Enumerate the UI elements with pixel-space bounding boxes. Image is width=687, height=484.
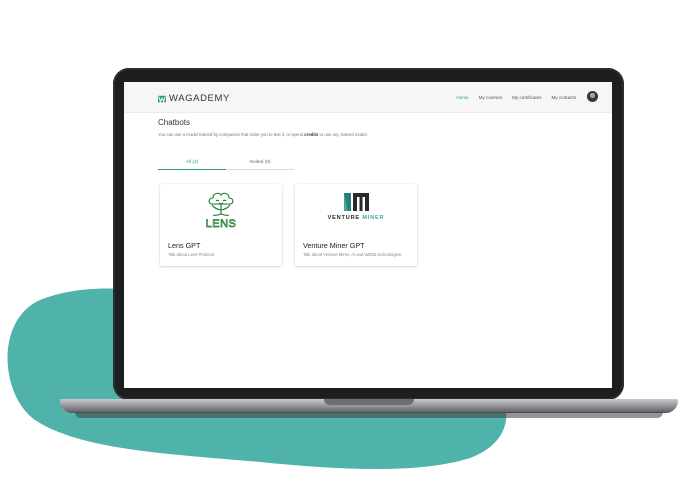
card-description: Talk about Lens Protocol.: [168, 252, 216, 257]
subtitle-text-pre: You can use a model trained by companies…: [158, 132, 305, 137]
filter-tabs: All (2) Invited (0): [158, 160, 294, 170]
nav-link-my-contacts[interactable]: My contacts: [551, 95, 576, 100]
nav-links: Home My courses My certificates My conta…: [456, 95, 576, 100]
tab-invited[interactable]: Invited (0): [226, 160, 294, 165]
venture-word: VENTURE: [327, 215, 360, 221]
tab-active-indicator: [158, 168, 226, 170]
nav-link-my-certificates[interactable]: My certificates: [512, 95, 541, 100]
miner-word: MINER: [362, 215, 385, 221]
lens-logo-text: LENS: [206, 218, 237, 230]
brand-logo[interactable]: WAGADEMY: [158, 93, 230, 104]
nav-link-my-courses[interactable]: My courses: [479, 95, 503, 100]
tab-all[interactable]: All (2): [158, 160, 226, 165]
laptop-base-shadow: [75, 412, 663, 418]
subtitle-text-post: to use any trained model.: [318, 132, 368, 137]
laptop-notch: [324, 399, 414, 405]
venture-miner-wordmark: VENTURE MINER: [295, 215, 417, 221]
lens-tree-icon: LENS: [205, 192, 237, 230]
page-subtitle: You can use a model trained by companies…: [158, 132, 368, 137]
card-title: Lens GPT: [168, 241, 201, 250]
nav-link-home[interactable]: Home: [456, 95, 468, 100]
venture-miner-logo-icon: [344, 193, 369, 211]
chatbot-card-venture-miner-gpt[interactable]: VENTURE MINER Venture Miner GPT Talk abo…: [295, 184, 417, 266]
card-description: Talk about Venture Miner, AI and WEB3 te…: [303, 252, 403, 257]
brand-name: WAGADEMY: [169, 93, 230, 104]
top-navbar: WAGADEMY Home My courses My certificates…: [124, 82, 612, 113]
user-avatar[interactable]: [587, 91, 598, 102]
subtitle-credits: credits: [304, 132, 319, 137]
app-screen: WAGADEMY Home My courses My certificates…: [124, 82, 612, 388]
page-title: Chatbots: [158, 118, 191, 127]
chatbot-card-lens-gpt[interactable]: LENS Lens GPT Talk about Lens Protocol.: [160, 184, 282, 266]
card-title: Venture Miner GPT: [303, 241, 365, 250]
wagademy-logo-icon: [158, 95, 166, 103]
